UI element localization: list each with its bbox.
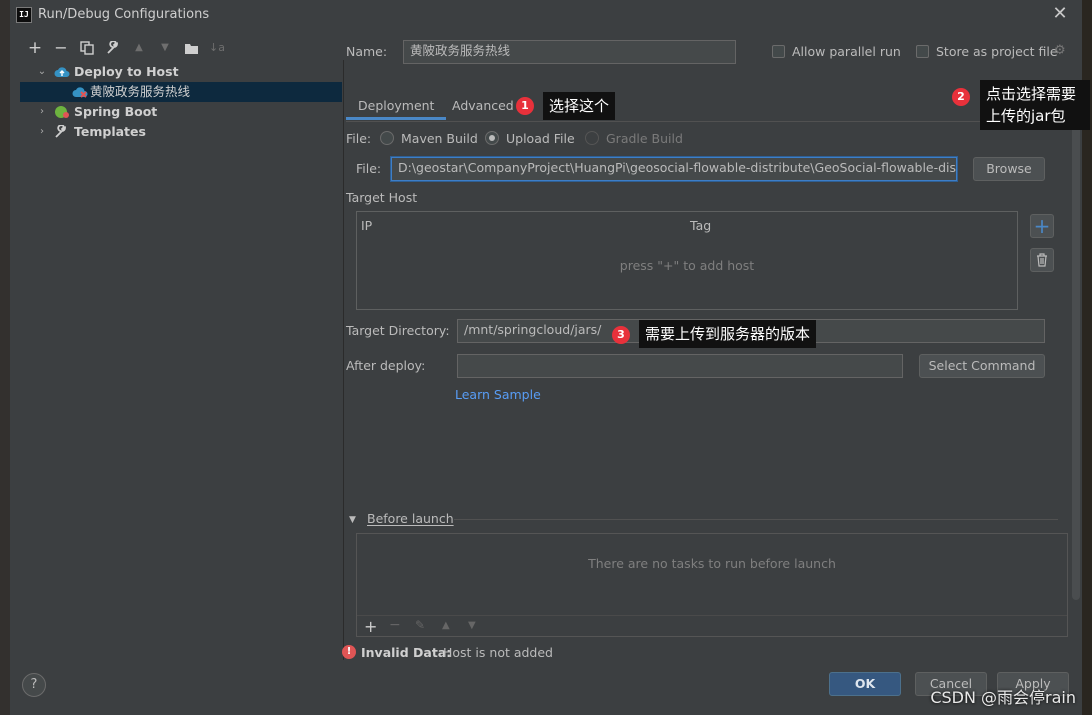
add-config-icon[interactable]: +: [26, 38, 44, 58]
add-task-icon[interactable]: +: [364, 617, 377, 636]
tree-item-label: 黄陂政务服务热线: [90, 84, 191, 99]
before-launch-divider: [454, 519, 1058, 520]
tree-item-config-selected[interactable]: 黄陂政务服务热线: [20, 82, 342, 102]
before-launch-label[interactable]: Before launch: [367, 511, 454, 526]
upload-file-radio[interactable]: [485, 131, 499, 145]
maven-build-label: Maven Build: [401, 131, 478, 146]
window-title: Run/Debug Configurations: [38, 7, 210, 22]
remove-task-icon[interactable]: −: [389, 617, 401, 633]
gradle-build-radio[interactable]: [585, 131, 599, 145]
tree-item-label: Spring Boot: [74, 104, 158, 119]
maven-build-radio[interactable]: [380, 131, 394, 145]
host-table[interactable]: IP Tag press "+" to add host: [356, 211, 1018, 310]
move-up-icon[interactable]: ▲: [130, 38, 148, 58]
chevron-right-icon[interactable]: ›: [36, 102, 48, 122]
after-deploy-field[interactable]: [457, 354, 903, 378]
close-icon[interactable]: ✕: [1050, 4, 1070, 24]
host-empty-text: press "+" to add host: [619, 258, 755, 273]
move-down-icon[interactable]: ▼: [156, 38, 174, 58]
host-column-ip: IP: [361, 218, 373, 233]
annotation-callout-3: 需要上传到服务器的版本: [639, 320, 817, 348]
annotation-callout-2-line1: 点击选择需要: [986, 85, 1077, 103]
tree-item-label: Templates: [74, 124, 146, 139]
sort-icon[interactable]: ↓a: [208, 38, 226, 58]
learn-sample-link[interactable]: Learn Sample: [455, 387, 541, 402]
error-text: Host is not added: [443, 645, 553, 660]
after-deploy-label: After deploy:: [346, 358, 426, 373]
file-label: File:: [356, 161, 382, 176]
copy-config-icon[interactable]: [78, 38, 96, 58]
trash-icon[interactable]: [1030, 248, 1054, 272]
annotation-callout-2-line2: 上传的jar包: [986, 107, 1066, 125]
ok-button[interactable]: OK: [829, 672, 901, 696]
remove-config-icon[interactable]: −: [52, 38, 70, 58]
target-dir-label: Target Directory:: [346, 323, 450, 338]
tab-divider: [346, 121, 1058, 122]
store-project-checkbox[interactable]: [916, 45, 929, 58]
tree-item-spring-boot[interactable]: › Spring Boot: [20, 102, 342, 122]
error-label: Invalid Data:: [361, 645, 452, 660]
intellij-logo-icon: IJ: [16, 7, 32, 23]
file-type-label: File:: [346, 131, 372, 146]
edit-task-icon[interactable]: ✎: [415, 618, 425, 632]
tab-advanced[interactable]: Advanced: [440, 92, 526, 120]
file-path-field[interactable]: D:\geostar\CompanyProject\HuangPi\geosoc…: [391, 157, 957, 181]
select-command-button[interactable]: Select Command: [919, 354, 1045, 378]
annotation-badge-2: 2: [952, 88, 970, 106]
name-field[interactable]: 黄陂政务服务热线: [403, 40, 736, 64]
upload-file-label: Upload File: [506, 131, 575, 146]
allow-parallel-label: Allow parallel run: [792, 44, 901, 59]
before-launch-toolbar: + − ✎ ▲ ▼: [357, 615, 1067, 637]
annotation-badge-3: 3: [612, 326, 630, 344]
store-project-label: Store as project file: [936, 44, 1058, 59]
gear-icon[interactable]: ⚙: [1054, 44, 1068, 58]
tree-item-label: Deploy to Host: [74, 64, 179, 79]
target-host-label: Target Host: [346, 190, 418, 205]
move-task-up-icon[interactable]: ▲: [442, 620, 450, 631]
before-launch-empty-text: There are no tasks to run before launch: [588, 556, 836, 571]
help-button[interactable]: ?: [22, 673, 46, 697]
tree-item-templates[interactable]: › Templates: [20, 122, 342, 142]
host-column-tag: Tag: [690, 218, 712, 233]
cloud-config-error-icon: [72, 85, 88, 99]
config-tree: ⌄ Deploy to Host 黄陂政务服务热线 › Spring Boot …: [20, 60, 344, 660]
config-toolbar: + − ▲ ▼ ↓a: [20, 38, 330, 58]
title-bar: IJ Run/Debug Configurations ✕: [10, 0, 1082, 30]
allow-parallel-checkbox[interactable]: [772, 45, 785, 58]
collapse-triangle-icon[interactable]: ▼: [349, 515, 356, 525]
annotation-callout-2: 点击选择需要 上传的jar包: [980, 80, 1090, 130]
before-launch-box: There are no tasks to run before launch …: [356, 533, 1068, 637]
cloud-upload-icon: [54, 65, 70, 79]
annotation-callout-1: 选择这个: [543, 92, 616, 120]
tab-deployment[interactable]: Deployment: [346, 92, 447, 120]
spring-boot-icon: [54, 105, 69, 119]
gradle-build-label: Gradle Build: [606, 131, 683, 146]
background-left-strip: [0, 0, 10, 715]
new-folder-icon[interactable]: [182, 38, 200, 58]
chevron-right-icon[interactable]: ›: [36, 122, 48, 142]
wrench-icon[interactable]: [104, 38, 122, 58]
browse-button[interactable]: Browse: [973, 157, 1045, 181]
csdn-watermark: CSDN @雨会停rain: [930, 688, 1076, 707]
chevron-down-icon[interactable]: ⌄: [36, 62, 48, 82]
tree-item-deploy-to-host[interactable]: ⌄ Deploy to Host: [20, 62, 342, 82]
error-icon: !: [342, 645, 356, 659]
move-task-down-icon[interactable]: ▼: [468, 620, 476, 631]
form-scrollbar[interactable]: [1072, 80, 1080, 600]
add-host-icon[interactable]: +: [1030, 214, 1054, 238]
name-label: Name:: [346, 44, 388, 59]
annotation-badge-1: 1: [516, 97, 534, 115]
wrench-icon: [54, 124, 68, 139]
